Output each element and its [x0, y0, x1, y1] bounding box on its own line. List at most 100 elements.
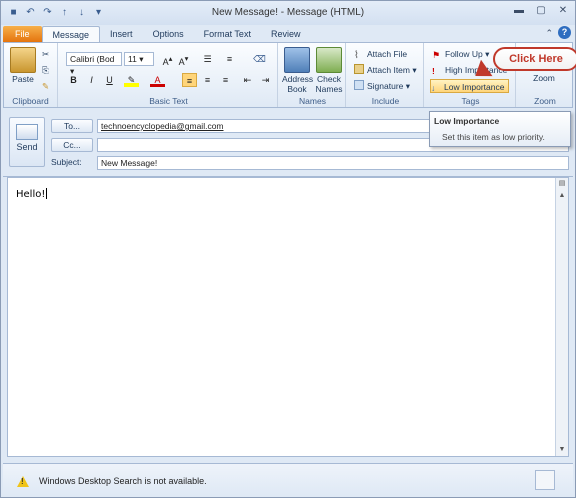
follow-up-label: Follow Up ▾: [445, 49, 490, 59]
align-right-icon[interactable]: ≡: [218, 73, 233, 87]
close-button[interactable]: ✕: [557, 5, 569, 16]
ribbon-tabs: File Message Insert Options Format Text …: [1, 25, 575, 42]
send-button[interactable]: Send: [9, 117, 45, 167]
group-zoom-label: Zoom: [534, 96, 556, 106]
message-body-text[interactable]: Hello!: [16, 188, 48, 200]
cc-button[interactable]: Cc...: [51, 138, 93, 152]
help-icon[interactable]: ?: [558, 26, 571, 39]
paperclip-icon: ⌇: [354, 50, 359, 61]
clear-formatting-icon[interactable]: ⌫: [252, 52, 267, 66]
text-caret: [46, 188, 48, 199]
attach-item-icon: [354, 64, 364, 74]
underline-icon[interactable]: U: [102, 73, 117, 87]
scroll-down-icon[interactable]: ▼: [556, 444, 568, 456]
window-title: New Message! - Message (HTML): [211, 7, 365, 18]
check-names-icon: [316, 47, 342, 73]
window-controls: ▬ ▢ ✕: [513, 5, 569, 16]
check-names-label-2: Names: [315, 84, 343, 94]
decrease-indent-icon[interactable]: ⇤: [240, 73, 255, 87]
low-importance-label: Low Importance: [444, 82, 505, 92]
zoom-button[interactable]: Zoom: [524, 73, 564, 83]
flag-icon: ⚑: [432, 50, 441, 60]
low-importance-button[interactable]: ↓ Low Importance: [430, 79, 510, 93]
title-bar: ■ ↶ ↷ ↑ ↓ ▾ New Message! - Message (HTML…: [1, 1, 575, 25]
font-size-select[interactable]: 11 ▾: [124, 52, 154, 66]
tab-insert[interactable]: Insert: [100, 26, 143, 42]
click-here-callout: Click Here: [493, 47, 576, 71]
group-include-label: Include: [371, 96, 400, 106]
status-text: Windows Desktop Search is not available.: [39, 476, 207, 486]
maximize-button[interactable]: ▢: [535, 5, 547, 16]
signature-button[interactable]: Signature ▾: [354, 79, 410, 93]
paste-label: Paste: [12, 74, 34, 84]
minimize-button[interactable]: ▬: [513, 5, 525, 16]
italic-icon[interactable]: I: [84, 73, 99, 87]
group-names: Address Book Check Names Names: [280, 43, 346, 107]
tooltip-body: Set this item as low priority.: [442, 132, 545, 142]
tab-review[interactable]: Review: [261, 26, 311, 42]
font-name-select[interactable]: Calibri (Bod ▾: [66, 52, 122, 76]
attach-item-button[interactable]: Attach Item ▾: [354, 63, 417, 77]
align-left-icon[interactable]: ≡: [182, 73, 197, 87]
shrink-font-icon[interactable]: A▾: [176, 52, 191, 67]
message-body[interactable]: Hello! ▤ ▲ ▼: [7, 177, 569, 457]
envelope-icon: [16, 124, 38, 140]
exclamation-icon: !: [432, 66, 435, 76]
tooltip-title: Low Importance: [434, 116, 500, 126]
attach-file-label: Attach File: [367, 49, 408, 59]
group-clipboard: Paste ✂ ⎘ ✎ Clipboard: [4, 43, 58, 107]
numbering-icon[interactable]: ≡: [222, 52, 237, 66]
align-center-icon[interactable]: ≡: [200, 73, 215, 87]
down-arrow-icon: ↓: [431, 83, 436, 93]
bullets-icon[interactable]: ☰: [200, 52, 215, 66]
send-label: Send: [16, 142, 38, 152]
group-names-label: Names: [299, 96, 326, 106]
check-names-button[interactable]: Check Names: [314, 47, 344, 94]
ribbon-minimize-icon[interactable]: ⌃: [545, 28, 553, 39]
format-painter-icon[interactable]: ✎: [42, 79, 49, 93]
bold-icon[interactable]: B: [66, 73, 81, 87]
group-include: ⌇ Attach File Attach Item ▾ Signature ▾ I…: [348, 43, 424, 107]
group-basic-text: Calibri (Bod ▾ 11 ▾ A▴ A▾ ☰ ≡ ⌫ B I U ✎ …: [60, 43, 278, 107]
check-names-label-1: Check: [316, 74, 342, 84]
grow-font-icon[interactable]: A▴: [160, 52, 175, 67]
clipboard-icon: [10, 47, 36, 73]
outlook-message-window: ■ ↶ ↷ ↑ ↓ ▾ New Message! - Message (HTML…: [0, 0, 576, 498]
font-name-value: Calibri (Bod: [70, 54, 115, 64]
scroll-up-icon[interactable]: ▲: [556, 190, 568, 202]
low-importance-tooltip: Low Importance Set this item as low prio…: [429, 111, 571, 147]
font-color-icon[interactable]: A: [150, 73, 165, 87]
group-basic-text-label: Basic Text: [149, 96, 188, 106]
signature-icon: [354, 80, 364, 90]
attach-file-button[interactable]: ⌇ Attach File: [354, 47, 407, 61]
group-clipboard-label: Clipboard: [12, 96, 49, 106]
paste-button[interactable]: Paste: [8, 47, 38, 84]
increase-indent-icon[interactable]: ⇥: [258, 73, 273, 87]
tab-format-text[interactable]: Format Text: [194, 26, 261, 42]
address-book-label-1: Address: [282, 74, 314, 84]
body-text-value: Hello!: [16, 189, 46, 200]
attach-item-label: Attach Item ▾: [367, 65, 417, 75]
ruler-toggle-icon[interactable]: ▤: [556, 178, 568, 190]
warning-mark: !: [21, 477, 24, 486]
vertical-scrollbar[interactable]: ▤ ▲ ▼: [555, 178, 568, 456]
cut-icon[interactable]: ✂: [42, 47, 49, 61]
to-button[interactable]: To...: [51, 119, 93, 133]
signature-label: Signature ▾: [367, 81, 411, 91]
address-book-button[interactable]: Address Book: [282, 47, 314, 94]
font-size-value: 11: [128, 54, 137, 64]
tab-file[interactable]: File: [3, 26, 42, 42]
to-value: technoencyclopedia@gmail.com: [101, 121, 224, 131]
copy-icon[interactable]: ⎘: [42, 63, 49, 77]
people-pane-avatar[interactable]: [535, 470, 555, 490]
tab-options[interactable]: Options: [143, 26, 194, 42]
status-bar: ! Windows Desktop Search is not availabl…: [3, 463, 573, 495]
subject-label: Subject:: [51, 157, 82, 167]
zoom-button-label: Zoom: [533, 73, 555, 83]
address-book-label-2: Book: [287, 84, 307, 94]
address-book-icon: [284, 47, 310, 73]
tab-message[interactable]: Message: [41, 26, 101, 42]
highlight-icon[interactable]: ✎: [124, 73, 139, 87]
subject-field[interactable]: New Message!: [97, 156, 569, 170]
group-tags-label: Tags: [461, 96, 480, 106]
